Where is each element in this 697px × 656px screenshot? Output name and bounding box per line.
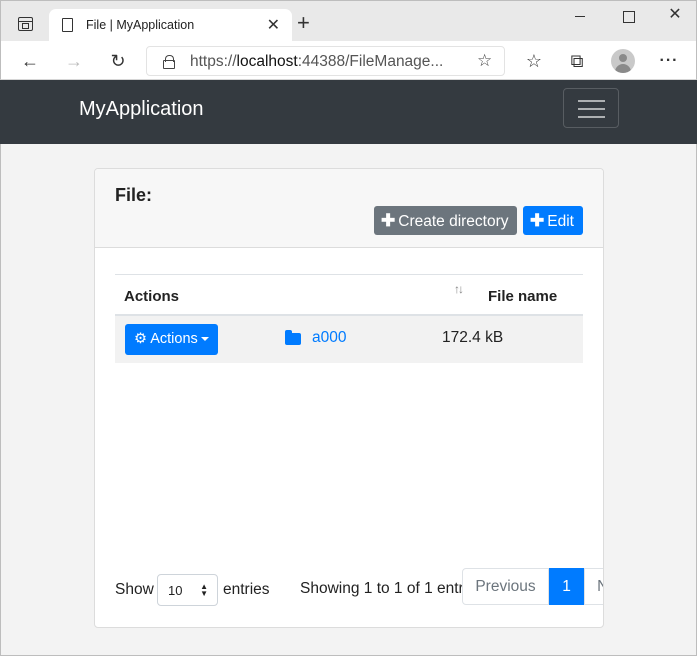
card-header: File: ✚ Create directory ✚ Edit [95, 169, 603, 248]
row-actions-button[interactable]: ⚙ Actions [125, 324, 218, 355]
table-header: Actions ↑↓ File name [115, 274, 583, 316]
hamburger-icon[interactable] [563, 88, 619, 128]
browser-toolbar: ← → ↻ https://localhost:44388/FileManage… [0, 41, 697, 80]
page-title: File: [115, 185, 153, 205]
close-icon[interactable]: ✕ [267, 15, 280, 35]
forward-arrow-icon[interactable]: → [61, 48, 87, 74]
chevron-updown-icon: ▲ ▼ [200, 582, 208, 598]
files-table: Actions ↑↓ File name ⚙ Actions a000 172.… [115, 274, 583, 363]
show-label: Show [115, 581, 154, 598]
window-close-button[interactable]: ✕ [653, 5, 697, 27]
address-bar[interactable]: https://localhost:44388/FileManage... ☆ [146, 46, 505, 76]
minimize-button[interactable] [558, 5, 602, 27]
profile-icon[interactable] [611, 49, 635, 73]
entries-label: entries [223, 581, 270, 598]
browser-tab-strip: File | MyApplication ✕ + ✕ [0, 0, 697, 42]
table-info: Showing 1 to 1 of 1 entries [300, 580, 465, 597]
previous-page-button[interactable]: Previous [462, 568, 549, 605]
tab-title: File | MyApplication [86, 18, 195, 32]
folder-icon [285, 330, 301, 345]
plus-icon: ✚ [530, 211, 545, 230]
edit-button[interactable]: ✚ Edit [523, 206, 583, 235]
page-size-select[interactable]: 10 ▲ ▼ [157, 574, 218, 606]
collections-icon[interactable]: ⧉ [564, 48, 590, 74]
file-name-link[interactable]: a000 [312, 329, 346, 347]
pagination: Previous 1 Next [462, 568, 603, 605]
maximize-button[interactable] [606, 5, 650, 27]
sort-icon[interactable]: ↑↓ [454, 282, 464, 296]
more-icon[interactable]: ··· [656, 48, 682, 74]
column-header-file-name[interactable]: File name [488, 288, 557, 305]
window-icon[interactable] [18, 17, 33, 31]
favorites-icon[interactable]: ☆ [521, 48, 547, 74]
add-favorite-icon[interactable]: ☆ [477, 51, 492, 71]
browser-tab[interactable]: File | MyApplication ✕ [49, 9, 292, 42]
table-row: ⚙ Actions a000 172.4 kB [115, 316, 583, 363]
brand-link[interactable]: MyApplication [79, 98, 204, 121]
next-page-button[interactable]: Next [584, 568, 603, 605]
page-1-button[interactable]: 1 [549, 568, 584, 605]
reload-icon[interactable]: ↻ [105, 48, 131, 74]
column-header-actions: Actions [124, 288, 180, 305]
file-card: File: ✚ Create directory ✚ Edit Actions ↑↓… [94, 168, 604, 628]
plus-icon: ✚ [381, 211, 396, 230]
page-icon [62, 18, 73, 32]
gear-icon: ⚙ [134, 331, 147, 347]
plus-icon[interactable]: + [297, 12, 310, 34]
app-navbar: MyApplication [0, 80, 697, 144]
file-size: 172.4 kB [442, 329, 504, 346]
lock-icon[interactable] [163, 55, 175, 69]
back-arrow-icon[interactable]: ← [17, 48, 43, 74]
caret-down-icon [200, 337, 209, 342]
url-text[interactable]: https://localhost:44388/FileManage... [190, 53, 443, 71]
create-directory-button[interactable]: ✚ Create directory [374, 206, 517, 235]
